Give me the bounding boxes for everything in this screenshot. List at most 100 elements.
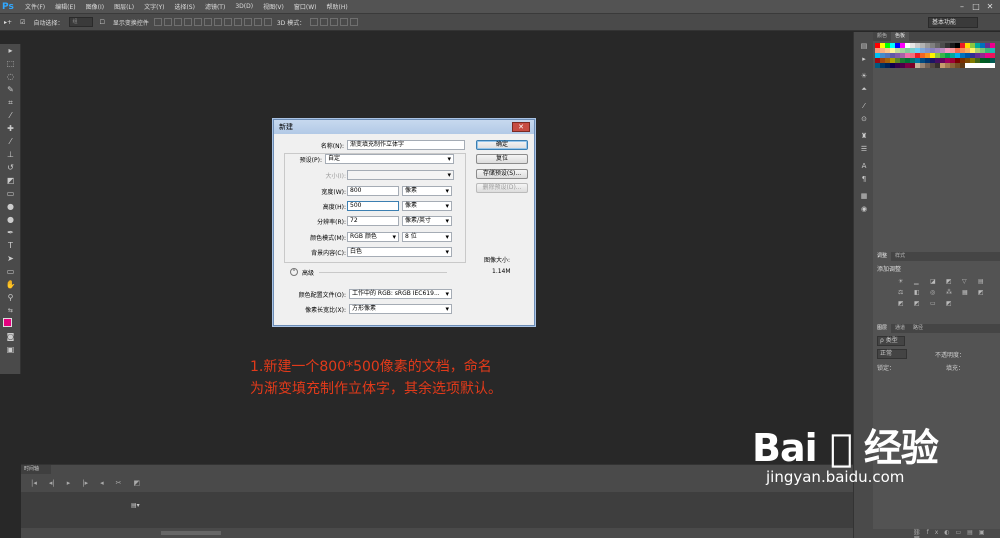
- brush-presets-icon[interactable]: ⁄: [854, 100, 874, 113]
- tab-color[interactable]: 颜色: [873, 32, 891, 41]
- 3d-pan-icon[interactable]: [330, 18, 339, 26]
- exposure-adjust-icon[interactable]: ◩: [946, 278, 958, 285]
- blur-tool-icon[interactable]: ●: [0, 200, 21, 213]
- timeline-tab[interactable]: 时间轴: [21, 465, 51, 474]
- name-input[interactable]: 渐变填充制作立体字: [347, 140, 465, 150]
- properties-icon[interactable]: ☰: [854, 143, 874, 156]
- layer-comps-icon[interactable]: ▦: [854, 190, 874, 203]
- menu-type[interactable]: 文字(Y): [139, 2, 169, 11]
- align-top-icon[interactable]: [153, 18, 162, 26]
- actions-icon[interactable]: ▸: [854, 53, 874, 66]
- distribute-left-icon[interactable]: [243, 18, 252, 26]
- 3d-scale-icon[interactable]: [350, 18, 359, 26]
- advanced-toggle-icon[interactable]: ⌃: [290, 268, 298, 276]
- menu-window[interactable]: 窗口(W): [289, 2, 322, 11]
- menu-view[interactable]: 视图(V): [258, 2, 289, 11]
- threshold-adjust-icon[interactable]: ◩: [914, 300, 926, 307]
- gradient-tool-icon[interactable]: ▭: [0, 187, 21, 200]
- zoom-tool-icon[interactable]: ⚲: [0, 291, 21, 304]
- menu-edit[interactable]: 编辑(E): [50, 2, 80, 11]
- reset-button[interactable]: 复位: [476, 154, 528, 164]
- swatches-grid[interactable]: [873, 41, 1000, 70]
- brush-tool-icon[interactable]: ⁄: [0, 135, 21, 148]
- invert-adjust-icon[interactable]: ◩: [978, 289, 990, 296]
- healing-tool-icon[interactable]: ✚: [0, 122, 21, 135]
- clone-source-icon[interactable]: ⊙: [854, 113, 874, 126]
- prev-frame-icon[interactable]: ◂|: [49, 479, 55, 487]
- gradient-map-icon[interactable]: ▭: [930, 300, 942, 307]
- dialog-close-button[interactable]: ✕: [512, 122, 530, 132]
- history-icon[interactable]: ▤: [854, 40, 874, 53]
- color-swatch[interactable]: [0, 317, 21, 331]
- menu-filter[interactable]: 滤镜(T): [200, 2, 230, 11]
- eraser-tool-icon[interactable]: ◩: [0, 174, 21, 187]
- color-mode-dropdown[interactable]: RGB 颜色: [347, 232, 399, 242]
- preset-dropdown[interactable]: 自定: [325, 154, 454, 164]
- levels-adjust-icon[interactable]: ▁: [914, 278, 926, 285]
- menu-select[interactable]: 选择(S): [169, 2, 200, 11]
- distribute-center-icon[interactable]: [253, 18, 262, 26]
- pixel-aspect-dropdown[interactable]: 方形像素: [349, 304, 452, 314]
- menu-file[interactable]: 文件(F): [20, 2, 50, 11]
- width-input[interactable]: 800: [347, 186, 399, 196]
- save-preset-button[interactable]: 存储预设(S)...: [476, 169, 528, 179]
- timeline-scrollbar[interactable]: [161, 531, 221, 535]
- auto-select-checkbox[interactable]: ☑: [20, 19, 25, 26]
- vibrance-adjust-icon[interactable]: ▽: [962, 278, 974, 285]
- distribute-right-icon[interactable]: [263, 18, 272, 26]
- tab-swatches[interactable]: 色板: [891, 32, 910, 41]
- quick-select-tool-icon[interactable]: ✎: [0, 83, 21, 96]
- brightness-icon[interactable]: ☀: [854, 70, 874, 83]
- menu-image[interactable]: 图像(I): [81, 2, 109, 11]
- transition-icon[interactable]: ◩: [134, 479, 141, 487]
- color-balance-adjust-icon[interactable]: ⚖: [898, 289, 910, 296]
- first-frame-icon[interactable]: |◂: [31, 479, 37, 487]
- quick-mask-icon[interactable]: ◙: [0, 330, 21, 343]
- brightness-adjust-icon[interactable]: ☀: [898, 278, 910, 285]
- minimize-icon[interactable]: –: [956, 1, 968, 12]
- move-tool-icon[interactable]: ▸+: [4, 19, 12, 26]
- foreground-color[interactable]: [3, 318, 12, 327]
- hand-tool-icon[interactable]: ✋: [0, 278, 21, 291]
- align-middle-icon[interactable]: [163, 18, 172, 26]
- width-unit-dropdown[interactable]: 像素: [402, 186, 452, 196]
- audio-icon[interactable]: ◂: [100, 479, 104, 487]
- align-bottom-icon[interactable]: [173, 18, 182, 26]
- tab-styles[interactable]: 样式: [891, 252, 909, 261]
- tab-layers[interactable]: 图层: [873, 324, 892, 333]
- layer-filter-dropdown[interactable]: ρ 类型: [877, 336, 905, 346]
- bit-depth-dropdown[interactable]: 8 位: [402, 232, 452, 242]
- 3d-slide-icon[interactable]: [340, 18, 349, 26]
- next-frame-icon[interactable]: |▸: [82, 479, 88, 487]
- split-icon[interactable]: ✂: [116, 479, 122, 487]
- eyedropper-tool-icon[interactable]: ⁄: [0, 109, 21, 122]
- menu-layer[interactable]: 图层(L): [109, 2, 139, 11]
- posterize-adjust-icon[interactable]: ◩: [898, 300, 910, 307]
- height-input[interactable]: 500: [347, 201, 399, 211]
- align-left-icon[interactable]: [183, 18, 192, 26]
- maximize-icon[interactable]: □: [970, 1, 982, 12]
- levels-icon[interactable]: ⏶: [854, 83, 874, 96]
- close-icon[interactable]: ✕: [984, 1, 996, 12]
- channel-mixer-icon[interactable]: ⁂: [946, 289, 958, 296]
- screen-mode-icon[interactable]: ▣: [0, 343, 21, 356]
- distribute-top-icon[interactable]: [213, 18, 222, 26]
- workspace-switcher[interactable]: 基本功能: [928, 17, 978, 28]
- menu-help[interactable]: 帮助(H): [322, 2, 353, 11]
- resolution-input[interactable]: 72: [347, 216, 399, 226]
- shape-tool-icon[interactable]: ▭: [0, 265, 21, 278]
- color-profile-dropdown[interactable]: 工作中的 RGB: sRGB IEC619...: [349, 289, 452, 299]
- distribute-bottom-icon[interactable]: [233, 18, 242, 26]
- photo-filter-icon[interactable]: ◎: [930, 289, 942, 296]
- paragraph-icon[interactable]: ¶: [854, 173, 874, 186]
- blend-mode-dropdown[interactable]: 正常: [877, 349, 907, 359]
- lookup-adjust-icon[interactable]: ▦: [962, 289, 974, 296]
- 3d-icon[interactable]: ◉: [854, 203, 874, 216]
- layer-select-dropdown[interactable]: 组: [69, 17, 94, 27]
- swatch-4-23[interactable]: [990, 63, 995, 68]
- move-tool-icon[interactable]: ▸: [0, 44, 21, 57]
- type-tool-icon[interactable]: T: [0, 239, 21, 252]
- hue-adjust-icon[interactable]: ▤: [978, 278, 990, 285]
- play-icon[interactable]: ▸: [67, 479, 71, 487]
- timeline-menu-icon[interactable]: ▤▾: [131, 502, 140, 509]
